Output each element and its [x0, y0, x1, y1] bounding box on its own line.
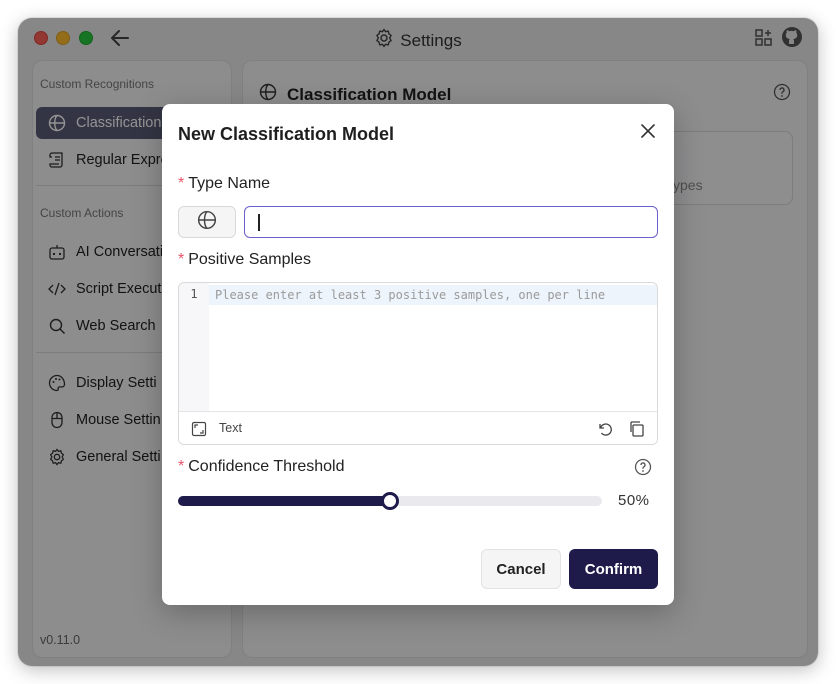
- slider-handle[interactable]: [381, 492, 399, 510]
- editor-placeholder: Please enter at least 3 positive samples…: [215, 288, 606, 302]
- help-icon[interactable]: [634, 458, 652, 476]
- positive-samples-label-text: Positive Samples: [188, 251, 311, 268]
- slider-fill: [178, 496, 390, 506]
- editor-footer: Text: [179, 411, 657, 444]
- type-name-label-text: Type Name: [188, 175, 271, 192]
- globe-icon: [197, 210, 217, 235]
- copy-icon[interactable]: [628, 420, 646, 438]
- text-cursor: [258, 214, 260, 231]
- expand-icon[interactable]: [191, 421, 207, 437]
- type-name-label: * Type Name: [178, 175, 270, 193]
- cancel-button[interactable]: Cancel: [481, 549, 561, 589]
- required-mark: *: [178, 175, 185, 192]
- positive-samples-editor[interactable]: 1 Please enter at least 3 positive sampl…: [178, 282, 658, 445]
- confidence-value: 50%: [618, 492, 650, 509]
- close-icon[interactable]: [638, 121, 658, 141]
- confidence-slider[interactable]: [178, 492, 602, 510]
- positive-samples-label: * Positive Samples: [178, 251, 311, 269]
- confirm-button[interactable]: Confirm: [569, 549, 658, 589]
- confidence-threshold-label-text: Confidence Threshold: [188, 458, 345, 475]
- icon-picker-button[interactable]: [178, 206, 236, 238]
- type-name-input[interactable]: [244, 206, 658, 238]
- confidence-threshold-label: * Confidence Threshold: [178, 458, 344, 476]
- line-number: 1: [190, 287, 198, 301]
- required-mark: *: [178, 458, 185, 475]
- editor-gutter: [179, 283, 209, 411]
- required-mark: *: [178, 251, 185, 268]
- new-classification-model-dialog: New Classification Model * Type Name * P…: [162, 104, 674, 605]
- editor-language: Text: [219, 421, 242, 435]
- dialog-title: New Classification Model: [178, 124, 395, 144]
- undo-icon[interactable]: [596, 420, 614, 438]
